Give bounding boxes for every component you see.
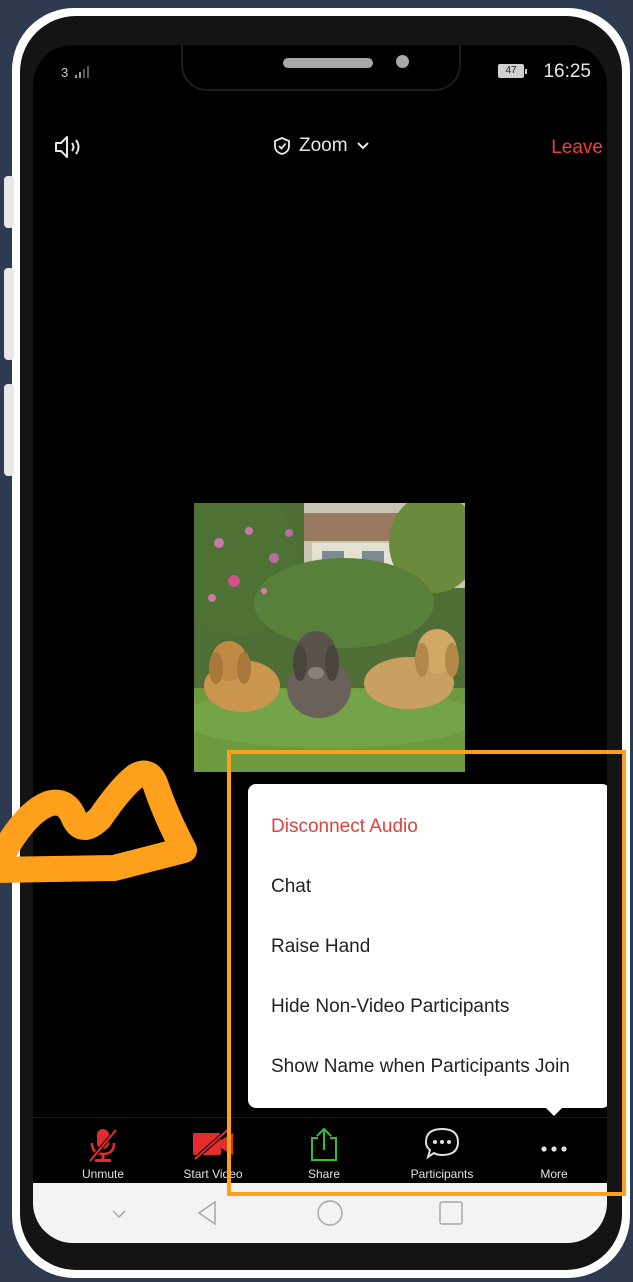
meeting-title-text: Zoom bbox=[299, 135, 348, 156]
battery-indicator: 47 bbox=[498, 64, 527, 78]
leave-button[interactable]: Leave bbox=[551, 137, 603, 159]
nav-home-icon bbox=[317, 1200, 343, 1226]
nav-recents-button[interactable] bbox=[433, 1195, 469, 1231]
unmute-label: Unmute bbox=[81, 1167, 125, 1181]
notch bbox=[181, 45, 461, 91]
volume-down-button bbox=[4, 384, 14, 476]
shield-icon bbox=[274, 137, 290, 155]
nav-home-button[interactable] bbox=[312, 1195, 348, 1231]
squiggle-arrow-annotation bbox=[0, 760, 197, 883]
nav-down-icon bbox=[112, 1210, 126, 1219]
signal-strength: 3 bbox=[61, 65, 69, 80]
microphone-muted-icon bbox=[88, 1128, 118, 1163]
participant-photo bbox=[194, 503, 465, 772]
nav-recents-icon bbox=[439, 1201, 463, 1225]
speaker-toggle-button[interactable] bbox=[53, 133, 87, 161]
speaker-icon bbox=[55, 136, 80, 158]
front-camera bbox=[396, 55, 409, 68]
signal-bars-icon bbox=[75, 66, 89, 78]
meeting-top-bar: Zoom Leave bbox=[33, 133, 607, 163]
side-button-top bbox=[4, 176, 14, 228]
nav-back-button[interactable] bbox=[190, 1195, 226, 1231]
earpiece-speaker bbox=[283, 58, 373, 68]
chevron-down-icon bbox=[356, 142, 369, 150]
nav-back-icon bbox=[197, 1200, 216, 1226]
meeting-title-dropdown[interactable]: Zoom bbox=[273, 135, 370, 157]
status-time: 16:25 bbox=[543, 61, 591, 82]
highlight-box bbox=[227, 750, 626, 1196]
unmute-button[interactable]: Unmute bbox=[48, 1118, 158, 1184]
nav-hide-button[interactable] bbox=[101, 1195, 137, 1231]
volume-up-button bbox=[4, 268, 14, 360]
participant-video-tile[interactable] bbox=[194, 503, 465, 772]
